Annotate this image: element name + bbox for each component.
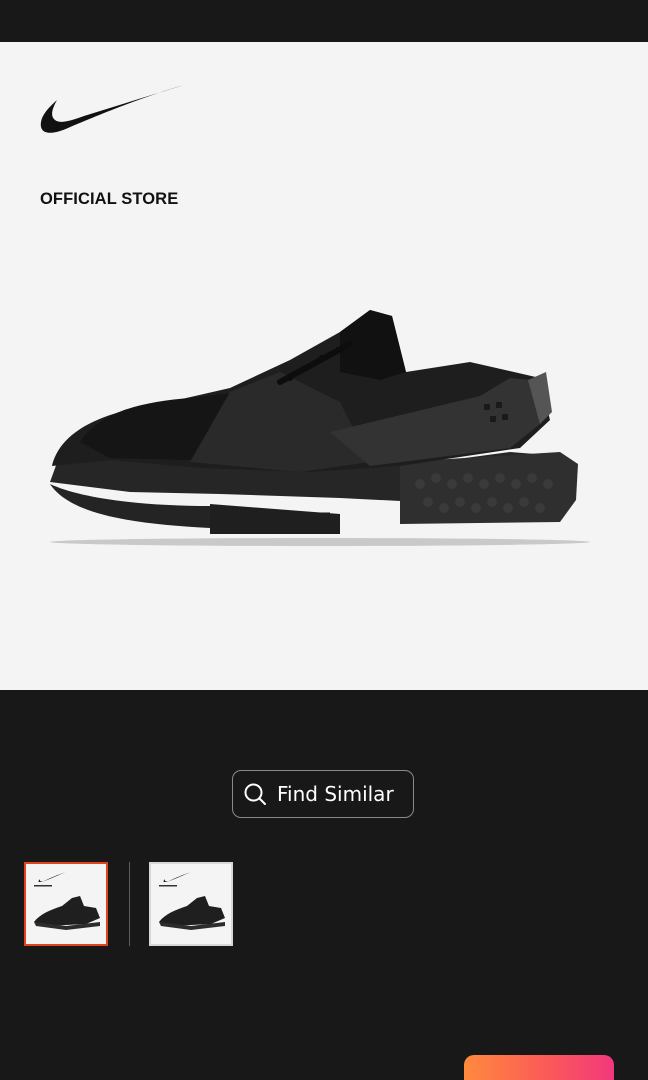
- search-icon: [244, 783, 266, 805]
- thumbnail-1-image: [34, 872, 100, 930]
- thumbnail-1-selected[interactable]: [24, 862, 108, 946]
- listing-screen: OFFICIAL STORE Find Similar: [0, 0, 648, 1080]
- thumbnail-2-image: [159, 872, 225, 930]
- top-bar: [0, 0, 648, 42]
- brand-block: OFFICIAL STORE: [40, 82, 186, 208]
- product-hero-image[interactable]: OFFICIAL STORE: [0, 42, 648, 690]
- thumbnail-2[interactable]: [149, 862, 233, 946]
- primary-cta-button[interactable]: [464, 1055, 614, 1080]
- store-label: OFFICIAL STORE: [40, 190, 179, 208]
- black-running-shoe-image: [50, 310, 590, 546]
- thumbnail-divider: [129, 862, 130, 946]
- find-similar-button[interactable]: Find Similar: [232, 770, 414, 818]
- find-similar-label: Find Similar: [277, 782, 394, 806]
- nike-swoosh-icon: [40, 85, 185, 133]
